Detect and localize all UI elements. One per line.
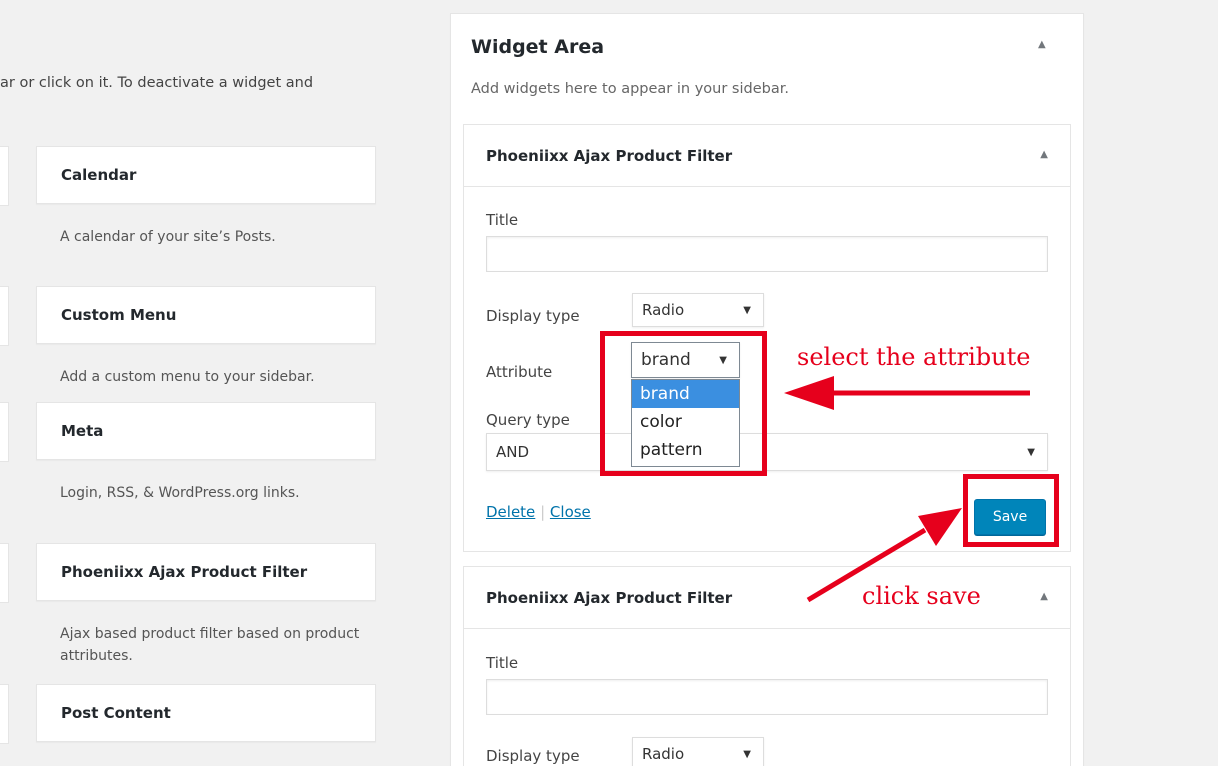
widget-stub[interactable]	[0, 543, 9, 603]
widget-stub[interactable]	[0, 684, 9, 744]
widgets-intro-text: ar or click on it. To deactivate a widge…	[0, 75, 314, 91]
annotation-select-attribute: select the attribute	[797, 343, 1031, 371]
widget-name: Custom Menu	[61, 306, 177, 324]
chevron-down-icon: ▼	[743, 748, 751, 760]
collapse-icon[interactable]: ▲	[1038, 39, 1046, 50]
annotation-highlight-save	[963, 474, 1059, 547]
available-widget-phoeniixx-filter[interactable]: Phoeniixx Ajax Product Filter	[36, 543, 376, 601]
widget-title: Phoeniixx Ajax Product Filter	[486, 588, 733, 607]
selected-value: Radio	[642, 301, 685, 319]
available-widget-calendar[interactable]: Calendar	[36, 146, 376, 204]
collapse-icon[interactable]: ▲	[1040, 149, 1048, 160]
available-widget-meta[interactable]: Meta	[36, 402, 376, 460]
widget-title: Phoeniixx Ajax Product Filter	[486, 146, 733, 165]
widget-name: Meta	[61, 422, 104, 440]
widget-area-description: Add widgets here to appear in your sideb…	[471, 81, 789, 97]
title-input[interactable]	[486, 679, 1048, 715]
delete-link[interactable]: Delete	[486, 503, 535, 521]
title-label: Title	[486, 654, 519, 672]
annotation-highlight-attribute	[600, 331, 767, 476]
title-input[interactable]	[486, 236, 1048, 272]
widget-name: Calendar	[61, 166, 137, 184]
widget-description: Add a custom menu to your sidebar.	[60, 369, 315, 385]
display-type-label: Display type	[486, 307, 580, 325]
annotation-click-save: click save	[862, 582, 981, 610]
widget-stub[interactable]	[0, 146, 9, 206]
selected-value: AND	[496, 443, 530, 461]
attribute-label: Attribute	[486, 363, 553, 381]
display-type-select[interactable]: Radio ▼	[632, 737, 764, 766]
widget-description: Login, RSS, & WordPress.org links.	[60, 485, 300, 501]
widget-area-panel: Widget Area ▲ Add widgets here to appear…	[450, 13, 1084, 766]
widget-stub[interactable]	[0, 402, 9, 462]
close-link[interactable]: Close	[550, 503, 591, 521]
selected-value: Radio	[642, 745, 685, 763]
chevron-down-icon: ▼	[1027, 446, 1035, 458]
widget-area-title: Widget Area	[471, 36, 605, 58]
query-type-label: Query type	[486, 411, 570, 429]
widget-stub[interactable]	[0, 286, 9, 346]
widget-description: Ajax based product filter based on produ…	[60, 626, 360, 664]
widget-control-links: Delete | Close	[486, 503, 591, 521]
chevron-down-icon: ▼	[743, 304, 751, 316]
available-widget-custom-menu[interactable]: Custom Menu	[36, 286, 376, 344]
title-label: Title	[486, 211, 519, 229]
display-type-label: Display type	[486, 747, 580, 765]
widget-header[interactable]: Phoeniixx Ajax Product Filter ▲	[464, 125, 1070, 187]
link-separator: |	[540, 503, 546, 521]
collapse-icon[interactable]: ▲	[1040, 591, 1048, 602]
widget-description: A calendar of your site’s Posts.	[60, 229, 276, 245]
widget-name: Post Content	[61, 704, 171, 722]
widget-name: Phoeniixx Ajax Product Filter	[61, 563, 308, 581]
query-type-select[interactable]: AND ▼	[486, 433, 1048, 471]
display-type-select[interactable]: Radio ▼	[632, 293, 764, 327]
available-widget-post-content[interactable]: Post Content	[36, 684, 376, 742]
